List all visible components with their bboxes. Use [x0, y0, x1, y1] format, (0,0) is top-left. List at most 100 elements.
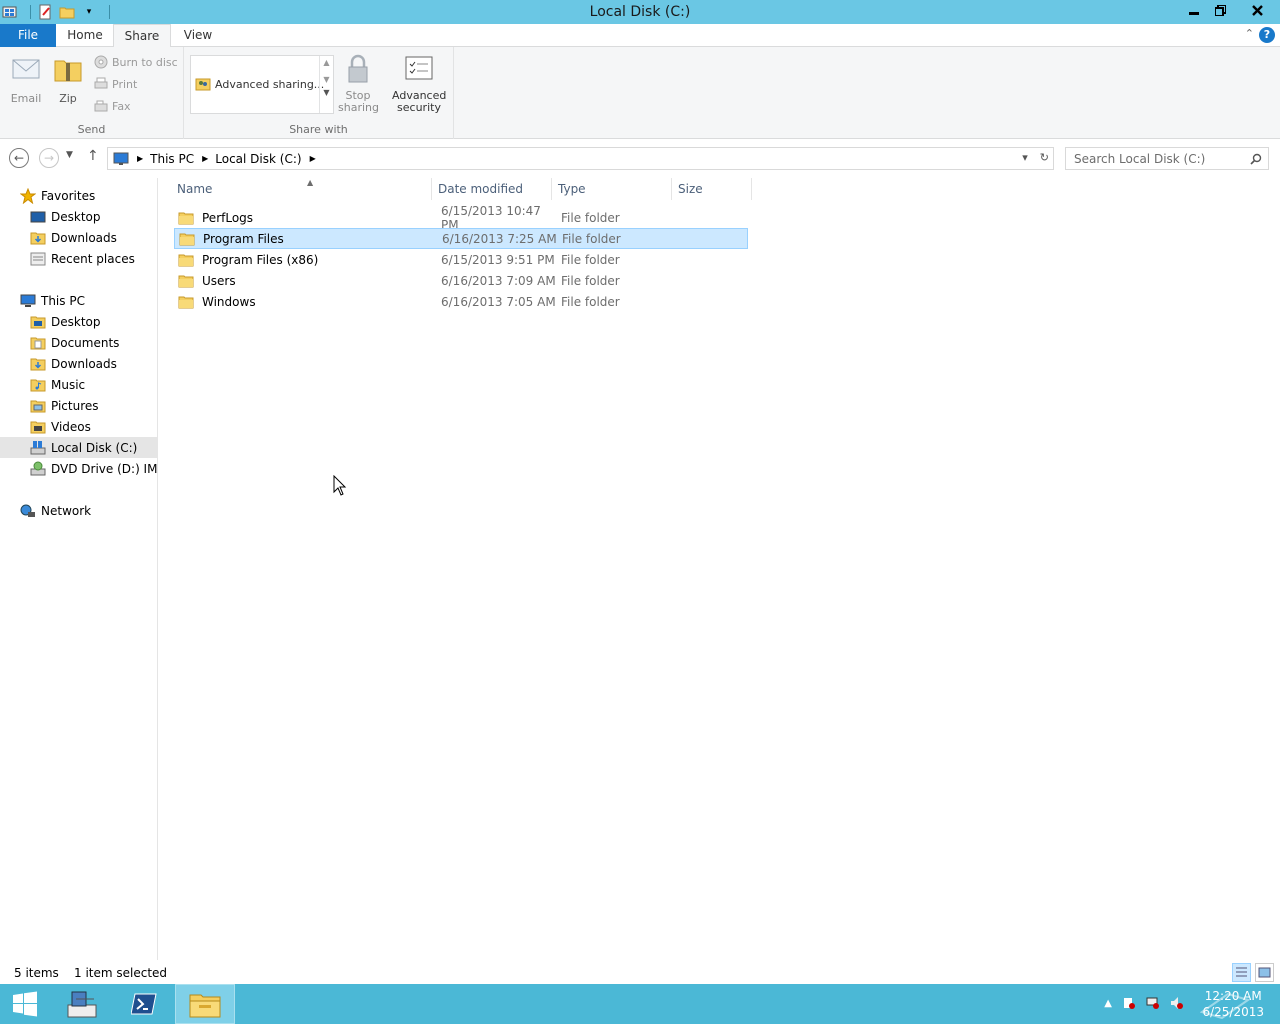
show-hidden-icons-icon[interactable]: ▲	[1104, 998, 1112, 1009]
file-date: 6/15/2013 9:51 PM	[441, 252, 555, 267]
start-button[interactable]	[0, 984, 50, 1024]
file-row-program-files[interactable]: Program Files 6/16/2013 7:25 AM File fol…	[174, 228, 748, 249]
column-header-size[interactable]: Size	[672, 178, 752, 200]
refresh-icon[interactable]: ↻	[1040, 151, 1049, 164]
search-icon[interactable]	[1250, 153, 1262, 165]
users-icon	[195, 78, 211, 91]
large-icons-view-button[interactable]	[1255, 963, 1274, 982]
server-manager-button[interactable]	[52, 984, 112, 1024]
file-date: 6/16/2013 7:09 AM	[441, 273, 556, 288]
breadcrumb-separator-icon[interactable]: ▶	[137, 154, 143, 163]
breadcrumb-separator-icon[interactable]: ▶	[202, 154, 208, 163]
file-row-users[interactable]: Users 6/16/2013 7:09 AM File folder	[174, 270, 748, 291]
nav-pc-local-disk[interactable]: Local Disk (C:)	[0, 437, 157, 458]
nav-pc-documents[interactable]: Documents	[0, 332, 157, 353]
print-label: Print	[112, 77, 138, 91]
folder-icon	[178, 212, 194, 224]
tab-share[interactable]: Share	[113, 24, 171, 48]
forward-button[interactable]: →	[39, 148, 59, 168]
back-button[interactable]: ←	[9, 148, 29, 168]
fax-icon	[94, 100, 108, 112]
clock-date: 6/25/2013	[1202, 1005, 1264, 1019]
share-with-gallery[interactable]: Advanced sharing... ▲ ▼ ▼	[190, 55, 334, 114]
nav-pc-dvd-drive-label: DVD Drive (D:) IMP_S	[51, 461, 158, 476]
navigation-pane: Favorites Desktop Downloads Recent place…	[0, 178, 158, 960]
fax-button[interactable]: Fax	[94, 96, 131, 116]
recent-locations-button[interactable]: ▼	[66, 150, 73, 160]
file-row-perflogs[interactable]: PerfLogs 6/15/2013 10:47 PM File folder	[174, 204, 748, 232]
search-placeholder: Search Local Disk (C:)	[1074, 152, 1206, 166]
share-with-group-label: Share with	[289, 123, 348, 136]
view-switcher	[1232, 963, 1274, 982]
search-box[interactable]: Search Local Disk (C:)	[1065, 147, 1269, 170]
burn-to-disc-button[interactable]: Burn to disc	[94, 52, 178, 72]
burn-to-disc-label: Burn to disc	[112, 55, 178, 69]
nav-fav-downloads[interactable]: Downloads	[0, 227, 157, 248]
tab-home[interactable]: Home	[57, 24, 113, 47]
file-name: Windows	[202, 294, 256, 309]
nav-pc-desktop[interactable]: Desktop	[0, 311, 157, 332]
powershell-button[interactable]	[114, 984, 174, 1024]
column-header-name[interactable]: ▲ Name	[171, 178, 432, 200]
email-icon	[12, 59, 40, 79]
column-header-date[interactable]: Date modified	[432, 178, 552, 200]
zip-button[interactable]: Zip	[52, 53, 84, 105]
gallery-up-icon[interactable]: ▲	[320, 58, 333, 67]
nav-fav-recent-places[interactable]: Recent places	[0, 248, 157, 269]
breadcrumb-local-disk[interactable]: Local Disk (C:)	[215, 152, 301, 166]
nav-pc-videos[interactable]: Videos	[0, 416, 157, 437]
folder-icon	[178, 254, 194, 266]
file-row-windows[interactable]: Windows 6/16/2013 7:05 AM File folder	[174, 291, 748, 312]
printer-icon	[94, 77, 108, 89]
gallery-down-icon[interactable]: ▼	[320, 75, 333, 84]
address-bar[interactable]: ▶ This PC ▶ Local Disk (C:) ▶ ▾ ↻	[107, 147, 1054, 170]
server-manager-icon	[67, 991, 97, 1018]
up-button[interactable]: ↑	[87, 148, 99, 164]
downloads-folder-icon	[30, 358, 46, 370]
minimize-ribbon-icon[interactable]: ⌃	[1245, 27, 1254, 40]
advanced-security-button[interactable]: Advanced security	[392, 53, 446, 114]
help-icon[interactable]: ?	[1259, 27, 1275, 43]
volume-tray-icon[interactable]	[1170, 996, 1184, 1010]
action-center-icon[interactable]	[1122, 996, 1136, 1010]
stop-sharing-button[interactable]: Stop sharing	[338, 53, 379, 114]
network-tray-icon[interactable]	[1146, 996, 1160, 1010]
nav-pc-music[interactable]: Music	[0, 374, 157, 395]
nav-pc-pictures[interactable]: Pictures	[0, 395, 157, 416]
minimize-button[interactable]	[1180, 0, 1207, 20]
details-view-button[interactable]	[1232, 963, 1251, 982]
nav-fav-desktop[interactable]: Desktop	[0, 206, 157, 227]
breadcrumb-this-pc[interactable]: This PC	[150, 152, 194, 166]
nav-pc-dvd-drive[interactable]: DVD Drive (D:) IMP_S	[0, 458, 157, 479]
tab-view[interactable]: View	[172, 24, 224, 47]
file-explorer-taskbar-button[interactable]	[175, 984, 235, 1024]
print-button[interactable]: Print	[94, 74, 137, 94]
column-header-type[interactable]: Type	[552, 178, 672, 200]
file-type: File folder	[561, 210, 620, 225]
gallery-more-icon[interactable]: ▼	[320, 88, 333, 97]
nav-favorites[interactable]: Favorites	[0, 185, 157, 206]
nav-pc-local-disk-label: Local Disk (C:)	[51, 440, 138, 455]
item-count: 5 items	[14, 966, 59, 980]
file-name: PerfLogs	[202, 210, 254, 225]
file-row-program-files-x86[interactable]: Program Files (x86) 6/15/2013 9:51 PM Fi…	[174, 249, 748, 270]
taskbar-clock[interactable]: 12:20 AM 6/25/2013	[1202, 988, 1264, 1020]
breadcrumb-separator-icon[interactable]: ▶	[310, 154, 316, 163]
gallery-scroll[interactable]: ▲ ▼ ▼	[319, 56, 333, 113]
address-history-icon[interactable]: ▾	[1022, 151, 1028, 164]
ribbon-tabs: File Home Share View ⌃ ?	[0, 24, 1280, 48]
advanced-security-label-2: security	[397, 101, 441, 114]
this-pc-icon	[20, 294, 36, 307]
close-button[interactable]	[1234, 0, 1280, 20]
tab-file[interactable]: File	[0, 24, 56, 47]
ribbon-share-panel: Email Zip Burn to disc Print Fax Send Ad…	[0, 47, 1280, 139]
nav-this-pc[interactable]: This PC	[0, 290, 157, 311]
send-group-label: Send	[77, 123, 106, 136]
file-explorer-icon	[189, 994, 221, 1018]
restore-button[interactable]	[1207, 0, 1234, 20]
email-button[interactable]: Email	[8, 53, 44, 105]
nav-network[interactable]: Network	[0, 500, 157, 521]
nav-pc-downloads[interactable]: Downloads	[0, 353, 157, 374]
address-actions: ▾ ↻	[1022, 151, 1049, 164]
advanced-sharing-item[interactable]: Advanced sharing...	[195, 77, 324, 91]
